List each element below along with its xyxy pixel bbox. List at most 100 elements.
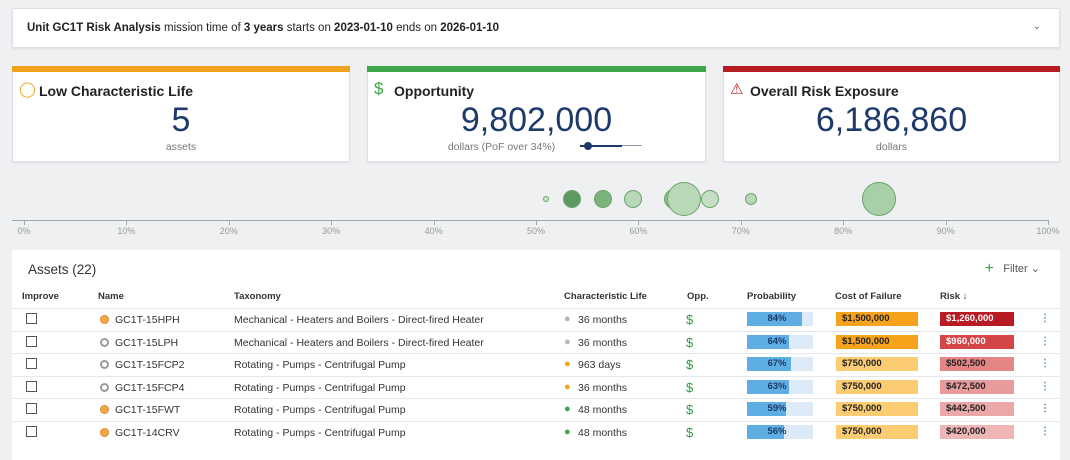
row-menu-icon[interactable]: ⋮ (1040, 313, 1050, 324)
col-improve[interactable]: Improve (22, 291, 59, 302)
row-menu-icon[interactable]: ⋮ (1040, 426, 1050, 437)
probability-axis (12, 220, 1048, 221)
risk-bubble[interactable] (862, 182, 897, 216)
improve-checkbox[interactable] (26, 403, 37, 414)
row-menu-icon[interactable]: ⋮ (1040, 336, 1050, 347)
risk-bubble[interactable] (543, 196, 550, 202)
col-probability[interactable]: Probability (747, 291, 796, 302)
filter-button[interactable]: Filter ⌄ (1003, 262, 1040, 275)
card-value: 9,802,000 (460, 101, 613, 139)
card-accent-bar (12, 66, 350, 72)
risk-value: $472,500 (940, 379, 1014, 394)
col-name[interactable]: Name (98, 291, 124, 302)
asset-name[interactable]: GC1T-15LPH (115, 337, 178, 349)
risk-value: $960,000 (940, 334, 1014, 349)
axis-tick (24, 220, 25, 225)
characteristic-life: 36 months (578, 381, 628, 394)
characteristic-life: 36 months (578, 314, 628, 326)
col-opp[interactable]: Opp. (687, 291, 709, 302)
chevron-down-icon[interactable]: ⌄ (1033, 21, 1041, 32)
risk-bubble[interactable] (593, 190, 612, 208)
status-icon (100, 382, 109, 392)
card-accent-bar (367, 66, 706, 72)
card-overall-risk-exposure: ⚠ Overall Risk Exposure 6,186,860 dollar… (723, 66, 1060, 162)
opportunity-icon: $ (686, 424, 694, 440)
life-pin-icon: ● (564, 425, 571, 438)
axis-tick-label: 10% (117, 226, 136, 236)
improve-checkbox[interactable] (26, 335, 37, 347)
axis-tick-label: 50% (526, 226, 546, 236)
probability-value: 59% (767, 403, 787, 414)
unit-title: Unit GC1T Risk Analysis mission time of … (27, 22, 500, 34)
table-row[interactable]: GC1T-15HPH Mechanical - Heaters and Boile… (12, 308, 1060, 331)
slider-track (622, 145, 642, 146)
axis-tick (536, 220, 537, 225)
assets-title: Assets (22) (28, 262, 97, 277)
card-accent-bar (723, 66, 1060, 72)
axis-tick-label: 40% (424, 226, 443, 236)
axis-tick (433, 220, 435, 225)
probability-value: 56% (767, 425, 787, 437)
cost-of-failure: $750,000 (836, 402, 918, 416)
probability-bar: 59% (747, 402, 813, 416)
risk-bubble[interactable] (745, 193, 758, 205)
asset-taxonomy: Rotating - Pumps - Centrifugal Pump (234, 404, 406, 416)
col-taxonomy[interactable]: Taxonomy (234, 291, 281, 302)
axis-tick (945, 220, 947, 225)
table-row[interactable]: GC1T-15FCP2 Rotating - Pumps - Centrifuga… (12, 353, 1060, 376)
asset-name[interactable]: GC1T-14CRV (115, 427, 180, 439)
axis-tick-label: 90% (936, 226, 955, 236)
add-icon[interactable]: + (985, 260, 994, 278)
col-cost-of-failure[interactable]: Cost of Failure (835, 291, 902, 302)
cost-of-failure: $1,500,000 (836, 312, 918, 326)
status-icon (100, 337, 109, 347)
row-menu-icon[interactable]: ⋮ (1040, 358, 1050, 369)
opportunity-icon: $ (686, 357, 694, 372)
asset-taxonomy: Mechanical - Heaters and Boilers - Direc… (234, 314, 484, 326)
row-menu-icon[interactable]: ⋮ (1040, 403, 1050, 414)
col-characteristic-life[interactable]: Characteristic Life (564, 291, 647, 302)
asset-name[interactable]: GC1T-15FWT (115, 404, 180, 416)
axis-tick (1048, 220, 1049, 225)
axis-tick (228, 220, 230, 225)
mission-header[interactable]: Unit GC1T Risk Analysis mission time of … (12, 8, 1060, 48)
characteristic-life: 36 months (578, 336, 628, 349)
opportunity-icon: $ (686, 334, 694, 350)
asset-name[interactable]: GC1T-15FCP2 (115, 359, 184, 371)
axis-tick (638, 220, 640, 225)
improve-checkbox[interactable] (26, 313, 37, 324)
slider-handle[interactable] (584, 142, 592, 150)
pof-slider[interactable] (580, 142, 642, 150)
asset-name[interactable]: GC1T-15FCP4 (115, 382, 184, 394)
status-icon (100, 427, 109, 437)
risk-bubble[interactable] (667, 182, 702, 216)
life-pin-icon: ● (564, 313, 571, 325)
risk-bubble[interactable] (701, 190, 720, 208)
risk-bubble[interactable] (562, 190, 581, 208)
axis-tick-label: 20% (219, 226, 238, 236)
axis-tick-label: 100% (1036, 226, 1060, 236)
risk-bubble[interactable] (624, 190, 643, 208)
improve-checkbox[interactable] (26, 425, 37, 437)
row-menu-icon[interactable]: ⋮ (1040, 381, 1050, 392)
probability-bar: 56% (747, 424, 813, 439)
opportunity-icon: $ (686, 402, 694, 417)
risk-value: $442,500 (940, 402, 1014, 416)
table-row[interactable]: GC1T-15FWT Rotating - Pumps - Centrifugal… (12, 398, 1060, 421)
asset-name[interactable]: GC1T-15HPH (115, 314, 180, 326)
table-row[interactable]: GC1T-15LPH Mechanical - Heaters and Boile… (12, 330, 1060, 354)
col-risk[interactable]: Risk ↓ (940, 291, 967, 302)
table-row[interactable]: GC1T-15FCP4 Rotating - Pumps - Centrifuga… (12, 375, 1060, 399)
probability-bar: 67% (747, 357, 813, 371)
cost-of-failure: $750,000 (836, 379, 918, 394)
improve-checkbox[interactable] (26, 358, 37, 369)
probability-bar: 64% (747, 334, 813, 349)
asset-taxonomy: Rotating - Pumps - Centrifugal Pump (234, 359, 406, 371)
characteristic-life: 963 days (578, 359, 621, 371)
lightbulb-icon: ◯ (19, 81, 36, 98)
improve-checkbox[interactable] (26, 380, 37, 392)
table-row[interactable]: GC1T-14CRV Rotating - Pumps - Centrifugal… (12, 420, 1060, 444)
card-title: Overall Risk Exposure (750, 83, 899, 99)
status-icon (100, 360, 109, 369)
risk-value: $502,500 (940, 357, 1014, 371)
